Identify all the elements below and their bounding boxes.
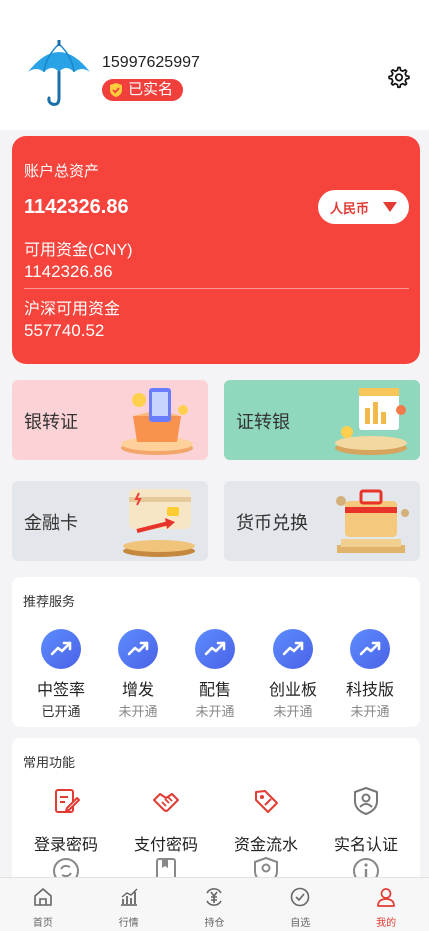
- service-status: 未开通: [350, 704, 390, 719]
- yuan-icon: [206, 888, 223, 906]
- section-title: 推荐服务: [23, 594, 76, 609]
- section-title: 常用功能: [23, 755, 76, 770]
- trend-up-icon: [41, 629, 81, 669]
- tab-label: 自选: [290, 918, 311, 929]
- bank-card-illustration-icon: [123, 489, 195, 557]
- service-name: 中签率: [36, 682, 85, 699]
- sh-sz-funds-value: 557740.52: [24, 321, 105, 340]
- card-divider: [24, 288, 409, 289]
- trend-up-icon: [118, 629, 158, 669]
- function-name: 登录密码: [33, 837, 98, 854]
- service-item[interactable]: 创业板 未开通: [254, 629, 332, 720]
- calendar-coins-illustration-icon: [335, 388, 407, 455]
- edit-doc-icon: [55, 789, 80, 813]
- available-funds-value: 1142326.86: [24, 262, 113, 281]
- function-name: 资金流水: [233, 837, 298, 854]
- tile-label: 银转证: [24, 412, 78, 432]
- user-icon: [377, 888, 395, 907]
- function-fund-flow[interactable]: 资金流水: [216, 786, 316, 855]
- service-name: 科技版: [345, 682, 394, 699]
- tab-market[interactable]: 行情: [86, 878, 172, 931]
- service-name: 创业板: [268, 682, 317, 699]
- home-icon: [34, 888, 52, 906]
- service-status: 未开通: [273, 704, 313, 719]
- currency-exchange-tile[interactable]: 货币兑换: [224, 481, 420, 561]
- asset-card: 账户总资产 1142326.86 人民币 可用资金(CNY) 1142326.8…: [12, 136, 420, 364]
- verified-label: 已实名: [128, 81, 174, 98]
- phone-number: 15997625997: [102, 54, 200, 71]
- available-funds-label: 可用资金(CNY): [24, 242, 133, 259]
- tile-label: 货币兑换: [236, 513, 308, 533]
- service-item[interactable]: 科技版 未开通: [331, 629, 409, 720]
- bank-to-securities-tile[interactable]: 银转证: [12, 380, 208, 460]
- tab-label: 持仓: [204, 918, 225, 929]
- service-name: 配售: [198, 682, 231, 699]
- currency-select[interactable]: 人民币: [318, 190, 409, 224]
- trend-up-icon: [273, 629, 313, 669]
- id-shield-icon: [354, 787, 378, 815]
- recommended-services-panel: 推荐服务 中签率 已开通 增发 未开通 配售 未开通 创业板 未开通 科技版 未…: [12, 577, 420, 727]
- service-status: 未开通: [118, 704, 158, 719]
- tab-label: 行情: [118, 918, 139, 929]
- bottom-tab-bar: 首页 行情 持仓 自选 我的: [0, 877, 429, 931]
- service-name: 增发: [121, 682, 154, 699]
- tile-label: 金融卡: [24, 513, 78, 533]
- tag-icon: [255, 790, 278, 813]
- service-item[interactable]: 中签率 已开通: [22, 629, 100, 720]
- service-status: 已开通: [41, 704, 81, 719]
- verified-badge: 已实名: [102, 79, 184, 101]
- trend-up-icon: [350, 629, 390, 669]
- function-pay-password[interactable]: 支付密码: [116, 786, 216, 855]
- function-real-name-auth[interactable]: 实名认证: [316, 786, 416, 855]
- check-circle-icon: [290, 887, 310, 907]
- service-status: 未开通: [195, 704, 235, 719]
- service-item[interactable]: 增发 未开通: [99, 629, 177, 720]
- trend-up-icon: [195, 629, 235, 669]
- tile-label: 证转银: [236, 412, 290, 432]
- shield-check-icon: [110, 83, 122, 97]
- function-login-password[interactable]: 登录密码: [16, 786, 116, 855]
- dropdown-triangle-icon: [383, 202, 397, 212]
- tab-mine[interactable]: 我的: [343, 878, 429, 931]
- function-name: 支付密码: [133, 837, 198, 854]
- sh-sz-funds-label: 沪深可用资金: [24, 301, 121, 318]
- tab-label: 首页: [32, 918, 53, 929]
- transfer-illustration-icon: [121, 388, 193, 455]
- briefcase-illustration-icon: [336, 489, 409, 553]
- tab-watchlist[interactable]: 自选: [257, 878, 343, 931]
- tab-label: 我的: [376, 918, 397, 929]
- total-assets-label: 账户总资产: [24, 163, 100, 180]
- bank-card-tile[interactable]: 金融卡: [12, 481, 208, 561]
- securities-to-bank-tile[interactable]: 证转银: [224, 380, 420, 460]
- function-name: 实名认证: [333, 837, 398, 854]
- currency-label: 人民币: [329, 200, 369, 216]
- chart-icon: [120, 888, 138, 906]
- common-functions-panel: 常用功能 登录密码 支付密码 资金流水 实名认证: [12, 738, 420, 898]
- profile-header: 15997625997 已实名: [0, 0, 429, 130]
- umbrella-avatar-icon[interactable]: [24, 38, 94, 108]
- gear-icon[interactable]: [386, 65, 410, 89]
- tab-positions[interactable]: 持仓: [172, 878, 258, 931]
- tab-home[interactable]: 首页: [0, 878, 86, 931]
- service-item[interactable]: 配售 未开通: [176, 629, 254, 720]
- total-assets-value: 1142326.86: [24, 196, 129, 218]
- handshake-icon: [153, 793, 179, 812]
